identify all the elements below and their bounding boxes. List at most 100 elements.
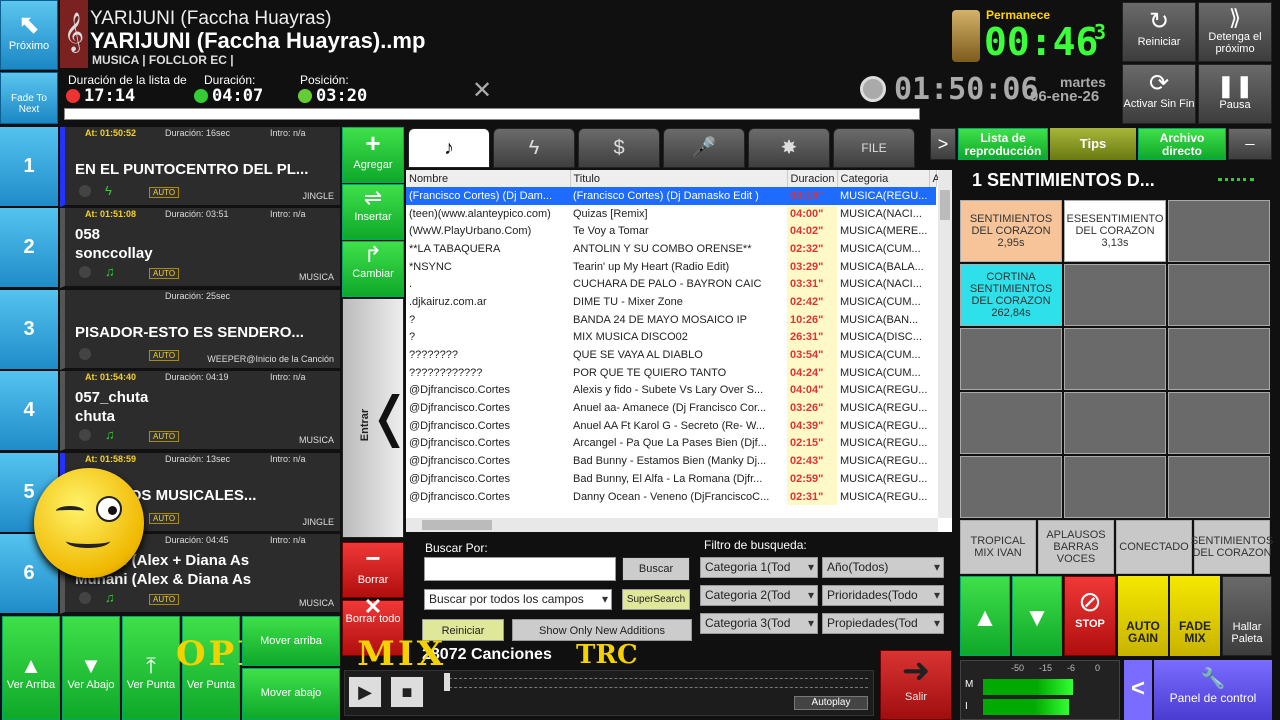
borrar-button[interactable]: − Borrar [342, 542, 404, 598]
autogain-button[interactable]: AUTO GAIN [1118, 576, 1168, 656]
categoria3-select[interactable]: Categoria 3(Tod [700, 613, 818, 634]
show-new-button[interactable]: Show Only New Additions [512, 619, 692, 641]
cart-cell[interactable] [1168, 456, 1270, 518]
hallar-paleta-button[interactable]: Hallar Paleta [1222, 576, 1272, 656]
column-header[interactable]: Categoria [837, 170, 930, 187]
table-row[interactable]: ???????????? POR QUE TE QUIERO TANTO 04:24… [406, 363, 936, 382]
cart-cell[interactable] [960, 328, 1062, 390]
cart-down-button[interactable]: ▼ [1012, 576, 1062, 656]
detenga-button[interactable]: ⟫ Detenga el próximo [1198, 2, 1272, 62]
column-header[interactable]: Duracion [787, 170, 838, 187]
cart-tab[interactable]: CONECTADO [1116, 520, 1192, 574]
play-button[interactable]: ▶ [348, 676, 382, 708]
reiniciar-button[interactable]: ↻ Reiniciar [1122, 2, 1196, 62]
mover-arriba-button[interactable]: Mover arriba [242, 616, 340, 666]
table-row[interactable]: (WwW.PlayUrbano.Com) Te Voy a Tomar 04:02"… [406, 222, 936, 241]
table-row[interactable]: @Djfrancisco.Cortes Anuel aa- Amanece (Dj… [406, 399, 936, 417]
entrar-button[interactable]: Entrar ❬ [342, 298, 412, 538]
ver-abajo-button[interactable]: ▼ Ver Abajo [62, 616, 120, 720]
slot-number[interactable]: 1 [0, 127, 58, 206]
autoplay-button[interactable]: Autoplay [794, 696, 868, 710]
playlist-slot[interactable]: At: 01:50:52 Duración: 16sec Intro: n/a … [60, 127, 340, 207]
supersearch-button[interactable]: SuperSearch [622, 589, 690, 610]
propiedades-select[interactable]: Propiedades(Tod [822, 613, 944, 634]
archivo-button[interactable]: Archivo directo [1138, 128, 1226, 160]
library-tab[interactable]: ✸ [748, 128, 830, 168]
ver-arriba-button[interactable]: ▲ Ver Arriba [2, 616, 60, 720]
categoria2-select[interactable]: Categoria 2(Tod [700, 585, 818, 606]
cambiar-button[interactable]: ↱ Cambiar [342, 241, 404, 297]
anio-select[interactable]: Año(Todos) [822, 557, 944, 578]
salir-button[interactable]: ➜ Salir [880, 650, 952, 720]
library-tab[interactable]: $ [578, 128, 660, 168]
playlist-slot[interactable]: Duración: 25sec PISADOR-ESTO ES SENDERO.… [60, 290, 340, 370]
cart-cell[interactable] [1168, 392, 1270, 454]
seek-slider[interactable] [444, 673, 868, 691]
cart-tab[interactable]: APLAUSOS BARRAS VOCES [1038, 520, 1114, 574]
cart-cell[interactable] [1064, 328, 1166, 390]
cart-cell[interactable] [1168, 328, 1270, 390]
cart-cell[interactable] [1064, 456, 1166, 518]
table-row[interactable]: ???????? QUE SE VAYA AL DIABLO 03:54" MUSIC… [406, 346, 936, 364]
next-button[interactable]: ⬉ Próximo [0, 0, 58, 70]
cart-cell[interactable] [960, 456, 1062, 518]
library-tab[interactable]: ♪ [408, 128, 490, 168]
progress-bar[interactable] [64, 108, 920, 120]
cart-cell[interactable] [1064, 392, 1166, 454]
agregar-button[interactable]: + Agregar [342, 127, 404, 183]
slot-number[interactable]: 4 [0, 371, 58, 450]
panel-control-button[interactable]: 🔧 Panel de control [1154, 660, 1272, 720]
fademix-button[interactable]: FADE MIX [1170, 576, 1220, 656]
cart-cell[interactable]: SENTIMIENTOS DEL CORAZON 2,95s [960, 200, 1062, 262]
table-row[interactable]: ? BANDA 24 DE MAYO MOSAICO IP 10:26" MUSICA… [406, 310, 936, 329]
expand-button[interactable]: > [930, 128, 956, 160]
library-tab[interactable]: ϟ [493, 128, 575, 168]
pausa-button[interactable]: ❚❚ Pausa [1198, 64, 1272, 124]
playlist-slot[interactable]: At: 01:51:08 Duración: 03:51 Intro: n/a … [60, 208, 340, 288]
slot-number[interactable]: 2 [0, 208, 58, 287]
mute-icon[interactable]: ✕ [472, 76, 492, 105]
table-row[interactable]: (Francisco Cortes) (Dj Dam... (Francisco … [406, 187, 936, 205]
fade-to-next-button[interactable]: Fade To Next [0, 72, 58, 124]
vertical-scrollbar[interactable] [938, 170, 952, 518]
stop-player-button[interactable]: ■ [390, 676, 424, 708]
table-row[interactable]: **LA TABAQUERA ANTOLIN Y SU COMBO ORENSE*… [406, 240, 936, 258]
tips-button[interactable]: Tips [1050, 128, 1136, 160]
column-header[interactable]: A [929, 170, 940, 187]
table-row[interactable]: (teen)(www.alanteypico.com) Quizas [Remix… [406, 204, 936, 223]
activar-sin-fin-button[interactable]: ⟳ Activar Sin Fin [1122, 64, 1196, 124]
buscar-button[interactable]: Buscar [622, 557, 690, 581]
stop-button[interactable]: ⊘ STOP [1064, 576, 1116, 656]
prioridades-select[interactable]: Prioridades(Todo [822, 585, 944, 606]
cart-up-button[interactable]: ▲ [960, 576, 1010, 656]
cart-cell[interactable]: CORTINA SENTIMIENTOS DEL CORAZON 262,84s [960, 264, 1062, 326]
categoria1-select[interactable]: Categoria 1(Tod [700, 557, 818, 578]
cart-tab[interactable]: SENTIMIENTOS DEL CORAZON [1191, 520, 1273, 574]
library-tab[interactable]: FILE [833, 128, 915, 168]
cart-cell[interactable]: ESESENTIMIENTO DEL CORAZON 3,13s [1064, 200, 1166, 262]
table-row[interactable]: . CUCHARA DE PALO - BAYRON CAIC 03:31" MUSI… [406, 275, 936, 294]
minimize-button[interactable]: _ [1228, 128, 1272, 160]
horizontal-scrollbar[interactable] [406, 518, 938, 532]
table-row[interactable]: .djkairuz.com.ar DIME TU - Mixer Zone 02:4… [406, 293, 936, 311]
table-row[interactable]: @Djfrancisco.Cortes Alexis y fido - Subet… [406, 381, 936, 400]
table-row[interactable]: @Djfrancisco.Cortes Danny Ocean - Veneno … [406, 487, 936, 506]
mover-abajo-button[interactable]: Mover abajo [242, 668, 340, 720]
lista-button[interactable]: Lista de reproducción [958, 128, 1048, 160]
ver-punta-button[interactable]: ⤒ Ver Punta [122, 616, 180, 720]
table-row[interactable]: ? MIX MUSICA DISCO02 26:31" MUSICA(DISC... [406, 328, 936, 347]
search-mode-select[interactable]: Buscar por todos los campos [424, 589, 612, 610]
cart-cell[interactable] [1168, 264, 1270, 326]
insertar-button[interactable]: ⇌ Insertar [342, 184, 404, 240]
table-row[interactable]: @Djfrancisco.Cortes Bad Bunny, El Alfa - … [406, 470, 936, 488]
cart-cell[interactable] [960, 392, 1062, 454]
playlist-slot[interactable]: At: 01:54:40 Duración: 04:19 Intro: n/a … [60, 371, 340, 451]
table-row[interactable]: @Djfrancisco.Cortes Bad Bunny - Estamos B… [406, 452, 936, 470]
search-input[interactable] [424, 557, 616, 581]
back-button[interactable]: < [1124, 660, 1152, 720]
table-row[interactable]: @Djfrancisco.Cortes Arcangel - Pa Que La … [406, 434, 936, 453]
cart-tab[interactable]: TROPICAL MIX IVAN [960, 520, 1036, 574]
slot-number[interactable]: 3 [0, 290, 58, 369]
cart-cell[interactable] [1064, 264, 1166, 326]
table-row[interactable]: @Djfrancisco.Cortes Anuel AA Ft Karol G -… [406, 416, 936, 435]
